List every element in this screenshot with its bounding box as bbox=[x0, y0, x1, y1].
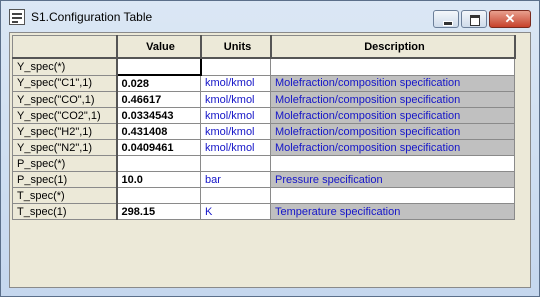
maximize-icon bbox=[470, 15, 480, 26]
row-label[interactable]: Y_spec("CO2",1) bbox=[12, 107, 118, 124]
minimize-button[interactable] bbox=[433, 10, 459, 28]
row-label[interactable]: T_spec(*) bbox=[12, 187, 118, 204]
description-cell[interactable]: Molefraction/composition specification bbox=[270, 107, 515, 124]
description-cell[interactable]: Molefraction/composition specification bbox=[270, 74, 515, 92]
description-cell[interactable] bbox=[270, 187, 515, 204]
value-cell[interactable]: 0.431408 bbox=[116, 123, 201, 140]
value-cell[interactable]: 298.15 bbox=[116, 203, 201, 220]
table-row: T_spec(*) bbox=[12, 187, 515, 204]
row-label[interactable]: P_spec(1) bbox=[12, 171, 118, 188]
description-cell[interactable]: Pressure specification bbox=[270, 171, 515, 188]
table-row: Y_spec("CO2",1) 0.0334543 kmol/kmol Mole… bbox=[12, 107, 515, 124]
table-row: T_spec(1) 298.15 K Temperature specifica… bbox=[12, 203, 515, 220]
units-cell[interactable]: kmol/kmol bbox=[200, 91, 271, 108]
column-header-description[interactable]: Description bbox=[270, 35, 516, 59]
value-cell[interactable]: 0.028 bbox=[116, 74, 201, 92]
description-cell[interactable]: Molefraction/composition specification bbox=[270, 139, 515, 156]
description-cell[interactable]: Molefraction/composition specification bbox=[270, 123, 515, 140]
table-area: Value Units Description Y_spec(*) Y_spec… bbox=[9, 32, 531, 288]
units-cell[interactable] bbox=[200, 187, 271, 204]
units-cell[interactable]: kmol/kmol bbox=[200, 123, 271, 140]
close-button[interactable]: ✕ bbox=[489, 10, 531, 28]
table-row: P_spec(1) 10.0 bar Pressure specificatio… bbox=[12, 171, 515, 188]
table-row: Y_spec("C1",1) 0.028 kmol/kmol Molefract… bbox=[12, 74, 515, 92]
row-label[interactable]: P_spec(*) bbox=[12, 155, 118, 172]
row-label[interactable]: Y_spec("CO",1) bbox=[12, 91, 118, 108]
table-row: Y_spec(*) bbox=[12, 57, 515, 76]
value-cell[interactable] bbox=[115, 57, 202, 76]
title-bar[interactable]: S1.Configuration Table ✕ bbox=[1, 1, 539, 31]
value-cell[interactable]: 10.0 bbox=[116, 171, 201, 188]
row-label[interactable]: T_spec(1) bbox=[12, 203, 118, 220]
column-header-value[interactable]: Value bbox=[116, 35, 202, 59]
table-row: Y_spec("N2",1) 0.0409461 kmol/kmol Molef… bbox=[12, 139, 515, 156]
description-cell[interactable] bbox=[270, 155, 515, 172]
units-cell[interactable]: kmol/kmol bbox=[200, 139, 271, 156]
units-cell[interactable]: bar bbox=[200, 171, 271, 188]
row-label[interactable]: Y_spec("C1",1) bbox=[12, 74, 118, 92]
table-row: P_spec(*) bbox=[12, 155, 515, 172]
row-label[interactable]: Y_spec(*) bbox=[12, 57, 118, 76]
maximize-button[interactable] bbox=[461, 10, 487, 28]
value-cell[interactable]: 0.46617 bbox=[116, 91, 201, 108]
value-cell[interactable] bbox=[116, 187, 201, 204]
units-cell[interactable] bbox=[200, 57, 271, 76]
row-label[interactable]: Y_spec("H2",1) bbox=[12, 123, 118, 140]
table-row: Y_spec("CO",1) 0.46617 kmol/kmol Molefra… bbox=[12, 91, 515, 108]
row-label[interactable]: Y_spec("N2",1) bbox=[12, 139, 118, 156]
description-cell[interactable]: Molefraction/composition specification bbox=[270, 91, 515, 108]
value-cell[interactable]: 0.0409461 bbox=[116, 139, 201, 156]
column-header-units[interactable]: Units bbox=[200, 35, 272, 59]
table-icon bbox=[9, 9, 25, 25]
corner-header bbox=[12, 35, 118, 59]
units-cell[interactable]: kmol/kmol bbox=[200, 74, 271, 92]
value-cell[interactable]: 0.0334543 bbox=[116, 107, 201, 124]
configuration-table: Value Units Description Y_spec(*) Y_spec… bbox=[12, 35, 516, 220]
close-icon: ✕ bbox=[504, 11, 516, 26]
table-row: Y_spec("H2",1) 0.431408 kmol/kmol Molefr… bbox=[12, 123, 515, 140]
minimize-icon bbox=[443, 21, 453, 26]
header-row: Value Units Description bbox=[12, 35, 516, 59]
units-cell[interactable] bbox=[200, 155, 271, 172]
window-title: S1.Configuration Table bbox=[31, 10, 153, 24]
configuration-table-window: S1.Configuration Table ✕ Value Units Des… bbox=[0, 0, 540, 297]
description-cell[interactable]: Temperature specification bbox=[270, 203, 515, 220]
value-cell[interactable] bbox=[116, 155, 201, 172]
units-cell[interactable]: kmol/kmol bbox=[200, 107, 271, 124]
units-cell[interactable]: K bbox=[200, 203, 271, 220]
description-cell[interactable] bbox=[270, 57, 515, 76]
